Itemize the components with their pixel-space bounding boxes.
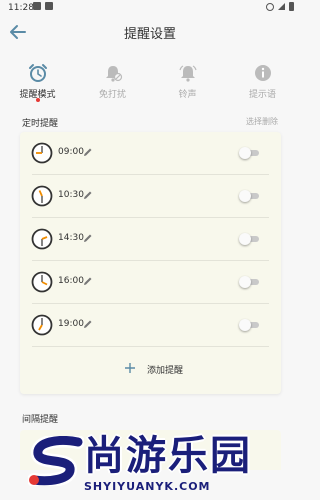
toggle-knob	[239, 190, 251, 202]
tab-label: 铃声	[178, 90, 197, 100]
notification-icon	[33, 2, 41, 10]
reminder-toggle[interactable]	[239, 319, 259, 331]
tab-label: 免打扰	[98, 90, 126, 100]
system-icons	[266, 2, 294, 11]
alarm-clock-icon	[28, 64, 47, 82]
tab-reminder-mode[interactable]: 提醒模式	[0, 58, 75, 106]
watermark-url: SHYIYUANYK.COM	[84, 480, 211, 493]
reminder-time: 16:00	[58, 276, 84, 286]
timed-reminders-card: 09:00 10:30 14:30 16:00 19:00 添加提醒	[20, 132, 281, 394]
section-title: 定时提醒	[22, 119, 59, 129]
tab-ringtone[interactable]: 铃声	[150, 58, 225, 106]
clock-icon	[31, 271, 53, 293]
signal-icon	[278, 3, 285, 10]
reminder-row[interactable]: 09:00	[20, 132, 281, 175]
bell-icon	[178, 65, 197, 82]
timed-reminders-header: 定时提醒 选择删除	[0, 114, 300, 130]
reminder-time: 19:00	[58, 319, 84, 329]
select-delete-button[interactable]: 选择删除	[246, 116, 278, 127]
toggle-knob	[239, 276, 251, 288]
tab-do-not-disturb[interactable]: 免打扰	[75, 58, 150, 106]
edit-icon[interactable]	[83, 190, 93, 200]
reminder-toggle[interactable]	[239, 190, 259, 202]
reminder-row[interactable]: 10:30	[20, 175, 281, 218]
reminder-row[interactable]: 16:00	[20, 261, 281, 304]
add-reminder-label: 添加提醒	[147, 366, 184, 376]
reminder-time: 09:00	[58, 147, 84, 157]
status-bar: 11:28	[0, 0, 300, 18]
reminder-toggle[interactable]	[239, 147, 259, 159]
section-title: 间隔提醒	[22, 415, 59, 425]
reminder-toggle[interactable]	[239, 233, 259, 245]
reminder-time: 10:30	[58, 190, 84, 200]
watermark: 尚游乐园 SHYIYUANYK.COM	[0, 430, 300, 500]
notification-icons	[33, 2, 53, 10]
dnd-icon	[266, 2, 274, 11]
edit-icon[interactable]	[83, 276, 93, 286]
toggle-knob	[239, 319, 251, 331]
status-time: 11:28	[8, 3, 34, 13]
clock-icon	[31, 142, 53, 164]
tab-prompt-text[interactable]: 提示语	[225, 58, 300, 106]
reminder-time: 14:30	[58, 233, 84, 243]
image-icon	[45, 2, 53, 10]
active-indicator	[35, 98, 40, 102]
interval-reminders-header: 间隔提醒	[0, 410, 300, 426]
edit-icon[interactable]	[83, 233, 93, 243]
reminder-row[interactable]: 14:30	[20, 218, 281, 261]
add-reminder-button[interactable]: 添加提醒	[20, 358, 281, 382]
page-title: 提醒设置	[123, 27, 176, 42]
mode-tabs: 提醒模式 免打扰 铃声 提示语	[0, 58, 300, 106]
divider	[32, 346, 269, 347]
battery-icon	[289, 2, 294, 11]
plus-icon	[125, 363, 135, 373]
info-icon	[254, 65, 271, 81]
tab-label: 提示语	[248, 90, 276, 100]
clock-icon	[31, 228, 53, 250]
reminder-row[interactable]: 19:00	[20, 304, 281, 347]
edit-icon[interactable]	[83, 319, 93, 329]
edit-icon[interactable]	[83, 147, 93, 157]
toggle-knob	[239, 147, 251, 159]
clock-icon	[31, 185, 53, 207]
clock-icon	[31, 314, 53, 336]
toggle-knob	[239, 233, 251, 245]
bell-off-icon	[105, 66, 122, 82]
reminder-toggle[interactable]	[239, 276, 259, 288]
watermark-brand: 尚游乐园	[84, 433, 252, 479]
title-bar: 提醒设置	[0, 18, 300, 48]
watermark-logo-icon	[28, 436, 84, 486]
